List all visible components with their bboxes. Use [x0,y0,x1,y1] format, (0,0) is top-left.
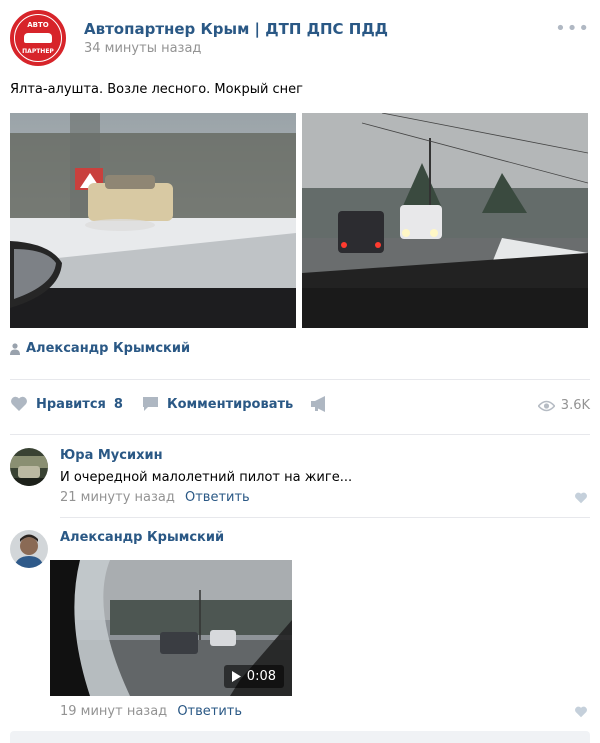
post-header: АВТО ПАРТНЕР Автопартнер Крым | ДТП ДПС … [10,10,590,70]
reply-button[interactable]: Ответить [185,490,250,505]
car-icon [24,33,52,43]
photo-2-image [302,113,588,328]
avatar-image [10,530,48,568]
video-duration-text: 0:08 [246,669,276,684]
comment-item: Юра Мусихин И очередной малолетний пилот… [10,448,590,510]
logo-text-top: АВТО [27,21,49,29]
comment-author[interactable]: Александр Крымский [60,530,224,545]
post-photo-1[interactable] [10,113,296,328]
avatar[interactable] [10,530,48,568]
post-photo-2[interactable] [302,113,588,328]
like-count: 8 [113,396,123,412]
video-duration: 0:08 [223,665,284,688]
share-button[interactable] [310,396,328,412]
group-name-link[interactable]: Автопартнер Крым | ДТП ДПС ПДД [84,20,388,38]
heart-icon [11,396,27,411]
avatar-image [10,448,48,486]
photo-1-image [10,113,296,328]
post-actions: Нравится 8 Комментировать 3.6K [10,396,590,420]
like-button[interactable]: Нравится 8 [10,396,123,412]
comment-time[interactable]: 21 минуту назад [60,490,175,505]
divider [10,379,590,380]
more-dots-icon[interactable]: ••• [555,18,590,39]
logo-text-bottom: ПАРТНЕР [22,48,54,55]
comment-button[interactable]: Комментировать [142,396,293,412]
divider [60,517,590,518]
logo-inner: АВТО ПАРТНЕР [15,15,61,61]
divider [10,434,590,435]
play-icon [231,671,241,682]
views-count: 3.6K [560,398,590,413]
person-icon [10,342,20,355]
views-counter: 3.6K [537,398,590,413]
comment-icon [143,397,158,411]
comment-input-area[interactable] [10,731,590,743]
comment-video[interactable]: 0:08 [50,560,292,696]
heart-icon[interactable] [574,492,588,504]
group-avatar[interactable]: АВТО ПАРТНЕР [10,10,66,66]
like-label: Нравится [36,396,106,412]
comment-time[interactable]: 19 минут назад [60,704,167,719]
megaphone-icon [311,396,325,412]
eye-icon [537,400,555,411]
post-author[interactable]: Александр Крымский [10,341,190,356]
reply-button[interactable]: Ответить [177,704,242,719]
post-text: Ялта-алушта. Возле лесного. Мокрый снег [10,82,304,97]
comment-meta: 21 минуту назад Ответить [60,490,250,505]
avatar[interactable] [10,448,48,486]
comment-text: И очередной малолетний пилот на жиге... [60,470,353,485]
comment-meta: 19 минут назад Ответить [60,704,242,719]
post-time[interactable]: 34 минуты назад [84,41,201,56]
post-author-name: Александр Крымский [26,341,191,356]
comment-label: Комментировать [167,396,294,412]
heart-icon[interactable] [574,706,588,718]
comment-author[interactable]: Юра Мусихин [60,448,163,463]
